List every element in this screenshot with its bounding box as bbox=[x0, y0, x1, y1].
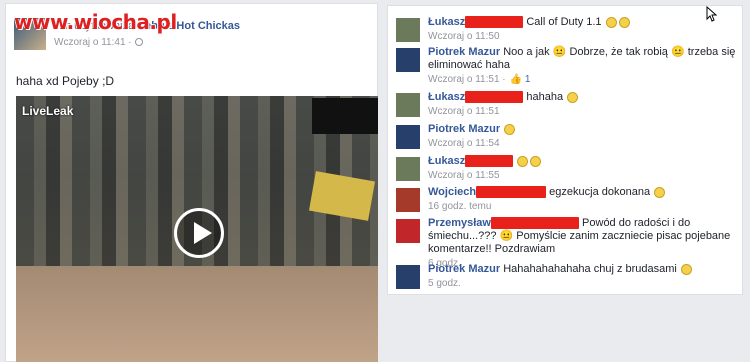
comment-body: Piotrek Mazur Wczoraj o 11:54 bbox=[428, 123, 740, 150]
redaction-bar bbox=[476, 186, 547, 199]
comment-body: Piotrek Mazur Noo a jak 😐 Dobrze, że tak… bbox=[428, 46, 740, 86]
comment-body: Piotrek Mazur Hahahahahahaha chuj z brud… bbox=[428, 263, 740, 290]
video-frame-flag bbox=[312, 98, 378, 134]
comment-author-link[interactable]: Wojciech bbox=[428, 186, 476, 198]
comment-item: Piotrek Mazur Hahahahahahaha chuj z brud… bbox=[396, 263, 741, 299]
comment-meta: 16 godz. temu bbox=[428, 200, 740, 213]
commenter-avatar[interactable] bbox=[396, 125, 420, 149]
facebook-post: film użytkownika Cebu's Hot Chickas Wczo… bbox=[5, 3, 378, 362]
comment-author-link[interactable]: Piotrek Mazur bbox=[428, 263, 500, 275]
post-timestamp[interactable]: Wczoraj o 11:41 · bbox=[54, 36, 374, 49]
comment-timestamp[interactable]: 5 godz. bbox=[428, 278, 461, 289]
comment-author-link[interactable]: Przemysław bbox=[428, 217, 491, 229]
comment-meta: Wczoraj o 11:50 bbox=[428, 30, 740, 43]
comment-author-link[interactable]: Piotrek Mazur bbox=[428, 123, 500, 135]
comment-item: Przemysław Powód do radości i do śmiechu… bbox=[396, 217, 741, 269]
emoji-icon bbox=[504, 123, 516, 135]
emoji-icon bbox=[680, 263, 692, 275]
video-player[interactable]: LiveLeak bbox=[16, 96, 378, 362]
comment-body: Łukasz Call of Duty 1.1 Wczoraj o 11:50 bbox=[428, 16, 740, 43]
commenter-avatar[interactable] bbox=[396, 188, 420, 212]
comment-item: Piotrek Mazur Noo a jak 😐 Dobrze, że tak… bbox=[396, 46, 741, 85]
comment-author-link[interactable]: Łukasz bbox=[428, 16, 465, 28]
liveleak-logo: LiveLeak bbox=[22, 104, 74, 118]
like-count[interactable]: 1 bbox=[522, 74, 531, 85]
site-watermark: www.wiocha.pl bbox=[14, 10, 177, 34]
redaction-bar bbox=[465, 16, 524, 29]
comment-text: Call of Duty 1.1 bbox=[523, 16, 605, 28]
emoji-icon bbox=[517, 155, 529, 167]
comment-meta: Wczoraj o 11:54 bbox=[428, 137, 740, 150]
comment-text: hahaha bbox=[523, 91, 567, 103]
emoji-icon bbox=[530, 155, 542, 167]
emoji-icon bbox=[567, 91, 579, 103]
screenshot-root: film użytkownika Cebu's Hot Chickas Wczo… bbox=[0, 0, 750, 362]
comment-timestamp[interactable]: Wczoraj o 11:55 bbox=[428, 170, 500, 181]
play-icon[interactable] bbox=[174, 208, 224, 258]
emoji-icon bbox=[654, 186, 666, 198]
comment-text bbox=[513, 155, 516, 167]
like-icon[interactable]: 👍 bbox=[510, 73, 522, 86]
redaction-bar bbox=[465, 155, 514, 168]
comments-panel: Łukasz Call of Duty 1.1 Wczoraj o 11:50 P… bbox=[387, 5, 743, 295]
comment-body: Łukasz hahaha Wczoraj o 11:51 bbox=[428, 91, 740, 118]
commenter-avatar[interactable] bbox=[396, 48, 420, 72]
globe-icon bbox=[134, 38, 143, 47]
redaction-bar bbox=[465, 91, 524, 104]
comment-author-link[interactable]: Łukasz bbox=[428, 91, 465, 103]
emoji-icon bbox=[605, 16, 617, 28]
comment-author-link[interactable]: Piotrek Mazur bbox=[428, 46, 500, 58]
comment-body: Wojciech egzekucja dokonana 16 godz. tem… bbox=[428, 186, 740, 213]
commenter-avatar[interactable] bbox=[396, 93, 420, 117]
comment-timestamp[interactable]: Wczoraj o 11:51 · bbox=[428, 74, 506, 85]
comment-meta: Wczoraj o 11:51 · 👍 1 bbox=[428, 73, 740, 86]
comment-item: Piotrek Mazur Wczoraj o 11:54 bbox=[396, 123, 741, 159]
comment-text bbox=[500, 123, 503, 135]
emoji-icon bbox=[618, 16, 630, 28]
comment-body: Łukasz Wczoraj o 11:55 bbox=[428, 155, 740, 182]
mouse-cursor-icon bbox=[706, 5, 718, 22]
comment-meta: Wczoraj o 11:51 bbox=[428, 105, 740, 118]
commenter-avatar[interactable] bbox=[396, 219, 420, 243]
redaction-bar bbox=[490, 217, 579, 230]
commenter-avatar[interactable] bbox=[396, 265, 420, 289]
comment-timestamp[interactable]: 16 godz. temu bbox=[428, 201, 491, 212]
comment-author-link[interactable]: Łukasz bbox=[428, 155, 465, 167]
comment-timestamp[interactable]: Wczoraj o 11:50 bbox=[428, 31, 500, 42]
post-text: haha xd Pojeby ;D bbox=[16, 74, 115, 88]
comment-timestamp[interactable]: Wczoraj o 11:54 bbox=[428, 138, 500, 149]
comment-meta: 5 godz. bbox=[428, 277, 740, 290]
video-frame-ground bbox=[16, 266, 378, 362]
commenter-avatar[interactable] bbox=[396, 18, 420, 42]
commenter-avatar[interactable] bbox=[396, 157, 420, 181]
comment-text: egzekucja dokonana bbox=[546, 186, 654, 198]
comment-meta: Wczoraj o 11:55 bbox=[428, 169, 740, 182]
comment-timestamp[interactable]: Wczoraj o 11:51 bbox=[428, 106, 500, 117]
comment-item: Łukasz hahaha Wczoraj o 11:51 bbox=[396, 91, 741, 127]
comment-text: Hahahahahahaha chuj z brudasami bbox=[500, 263, 680, 275]
